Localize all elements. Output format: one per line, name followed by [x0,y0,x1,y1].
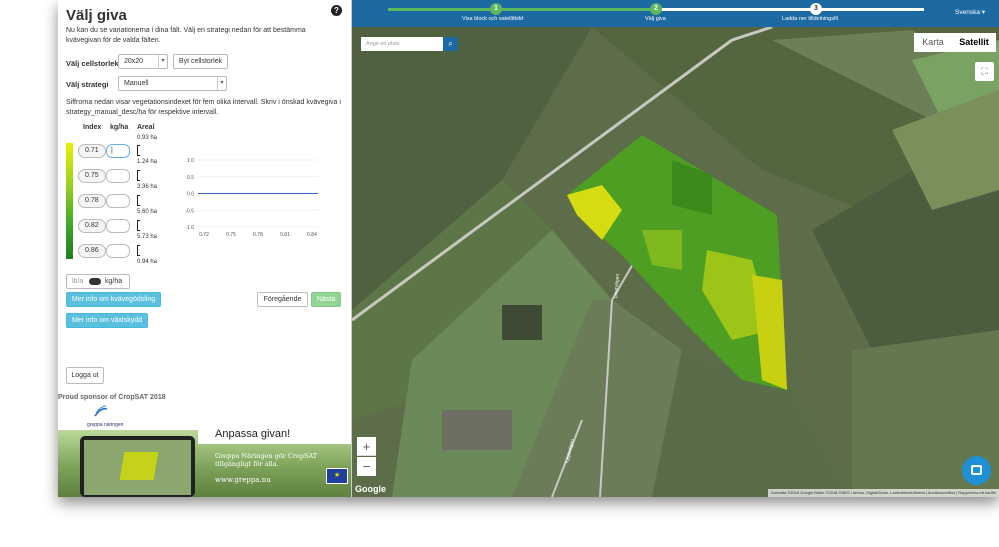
help-icon[interactable]: ? [331,5,342,16]
unit-toggle[interactable]: lb/a kg/ha [66,274,130,289]
chart-y-tick-label: 1.0 [187,158,194,164]
search-icon[interactable]: ⌕ [443,37,458,51]
map-type-satellite-button[interactable]: Satellit [952,33,996,52]
chat-button[interactable] [962,456,991,485]
range-bracket [137,170,140,181]
banner-title: Anpassa givan! [215,428,291,440]
banner-url: www.greppa.nu [215,476,271,484]
step-2-label: Välj giva [645,16,666,22]
range-bracket [137,145,140,156]
kgha-input-1[interactable]: | [106,144,130,158]
unit-toggle-left-label: lb/a [72,278,84,285]
index-value-2: 0.75 [78,169,106,183]
chart-x-tick-label: 0.78 [253,232,263,238]
logout-button[interactable]: Logga ut [66,367,104,384]
chevron-down-icon: ▾ [158,55,167,68]
kgha-input-5[interactable] [106,244,130,258]
nitrogen-chart: 1.0 0.5 0.0 -0.5 -1.0 0.72 0.75 0.78 0.81 0.84 [185,158,318,238]
fullscreen-icon[interactable]: ⛶ [975,62,994,81]
index-color-scale [66,143,73,259]
toggle-switch-icon[interactable] [89,278,101,285]
strategy-description: Siffrorna nedan visar vegetationsindexet… [66,99,341,116]
index-value-1: 0.71 [78,144,106,158]
area-value-4: 5.60 ha [137,209,158,215]
chart-x-tick-label: 0.75 [226,232,236,238]
tablet-image [80,436,195,497]
range-bracket [137,245,140,256]
chart-y-tick-label: 0.5 [187,175,194,181]
area-value-1: 0.93 ha [137,135,158,141]
greppa-logo-text: greppa näringen [87,422,124,428]
change-cellsize-button[interactable]: Byt cellstorlek [173,54,228,69]
kgha-input-4[interactable] [106,219,130,233]
eu-flag-icon: ★ [326,468,348,484]
col-kgha-header: kg/ha [110,124,129,131]
area-value-6: 0.94 ha [137,259,158,265]
giva-panel: Välj giva ? Nu kan du se variationerna i… [58,0,352,497]
strategy-select[interactable]: Manuell ▾ [118,76,227,91]
step-1-indicator[interactable]: 1 [490,3,502,15]
index-value-4: 0.82 [78,219,106,233]
step-3-label: Ladda ner tilldelningsfil [782,16,838,22]
language-select[interactable]: Svenska ▾ [955,8,985,16]
page-title: Välj giva [66,7,127,24]
chevron-down-icon: ▾ [217,77,226,90]
cellsize-label: Välj cellstorlek [66,59,119,68]
range-bracket [137,195,140,206]
more-info-nitrogen-button[interactable]: Mer info om kvävegödsling [66,292,161,307]
app-window: Välj giva ? Nu kan du se variationerna i… [58,0,999,497]
more-info-crop-protection-button[interactable]: Mer info om växtskydd [66,313,148,328]
sponsor-banner[interactable]: Anpassa givan! Greppa Näringen gör CropS… [58,422,351,497]
zoom-in-button[interactable]: + [357,437,376,456]
chart-y-tick-label: -0.5 [185,208,194,214]
unit-toggle-right-label: kg/ha [105,278,123,285]
kgha-input-2[interactable] [106,169,130,183]
cellsize-select[interactable]: 20x20 ▾ [118,54,168,69]
progress-fill [388,8,656,11]
cellsize-value: 20x20 [124,58,144,65]
col-index-header: Index [83,124,102,131]
area-value-2: 1.24 ha [137,159,158,165]
map-type-map-button[interactable]: Karta [914,33,952,52]
field-preview [119,452,159,480]
place-search-input[interactable]: Ange en plats [361,37,443,51]
range-bracket [137,220,140,231]
map-attribution[interactable]: Kartdata ©2018 Google Bilder ©2018 CNES … [768,489,999,497]
zoom-out-button[interactable]: − [357,457,376,476]
chart-y-tick-label: 0.0 [187,192,194,198]
next-button[interactable]: Nästa [311,292,341,307]
sponsor-text: Proud sponsor of CropSAT 2018 [58,394,166,401]
index-value-5: 0.86 [78,244,106,258]
chart-y-tick-label: -1.0 [185,225,194,231]
kgha-input-3[interactable] [106,194,130,208]
previous-button[interactable]: Föregående [257,292,308,307]
chart-x-tick-label: 0.84 [307,232,317,238]
intro-text: Nu kan du se variationerna i dina fält. … [66,27,306,44]
strategy-label: Välj strategi [66,80,109,89]
col-areal-header: Areal [137,124,155,131]
chart-x-tick-label: 0.72 [199,232,209,238]
tablet-screen [84,440,191,495]
index-value-3: 0.78 [78,194,106,208]
map-imagery [352,0,999,497]
step-2-indicator[interactable]: 2 [650,3,662,15]
strategy-value: Manuell [124,80,149,87]
satellite-map[interactable]: 1 Visa block och satellitbild 2 Välj giv… [352,0,999,497]
progress-topbar: 1 Visa block och satellitbild 2 Välj giv… [352,0,999,27]
area-value-3: 3.36 ha [137,184,158,190]
step-1-label: Visa block och satellitbild [462,16,524,22]
chat-icon [971,465,982,475]
chart-x-tick-label: 0.81 [280,232,290,238]
google-logo: Google [355,484,386,494]
banner-subtitle: Greppa Näringen gör CropSAT tillgängligt… [215,452,318,468]
greppa-logo-icon [93,405,109,418]
area-value-5: 5.73 ha [137,234,158,240]
step-3-indicator[interactable]: 3 [810,3,822,15]
